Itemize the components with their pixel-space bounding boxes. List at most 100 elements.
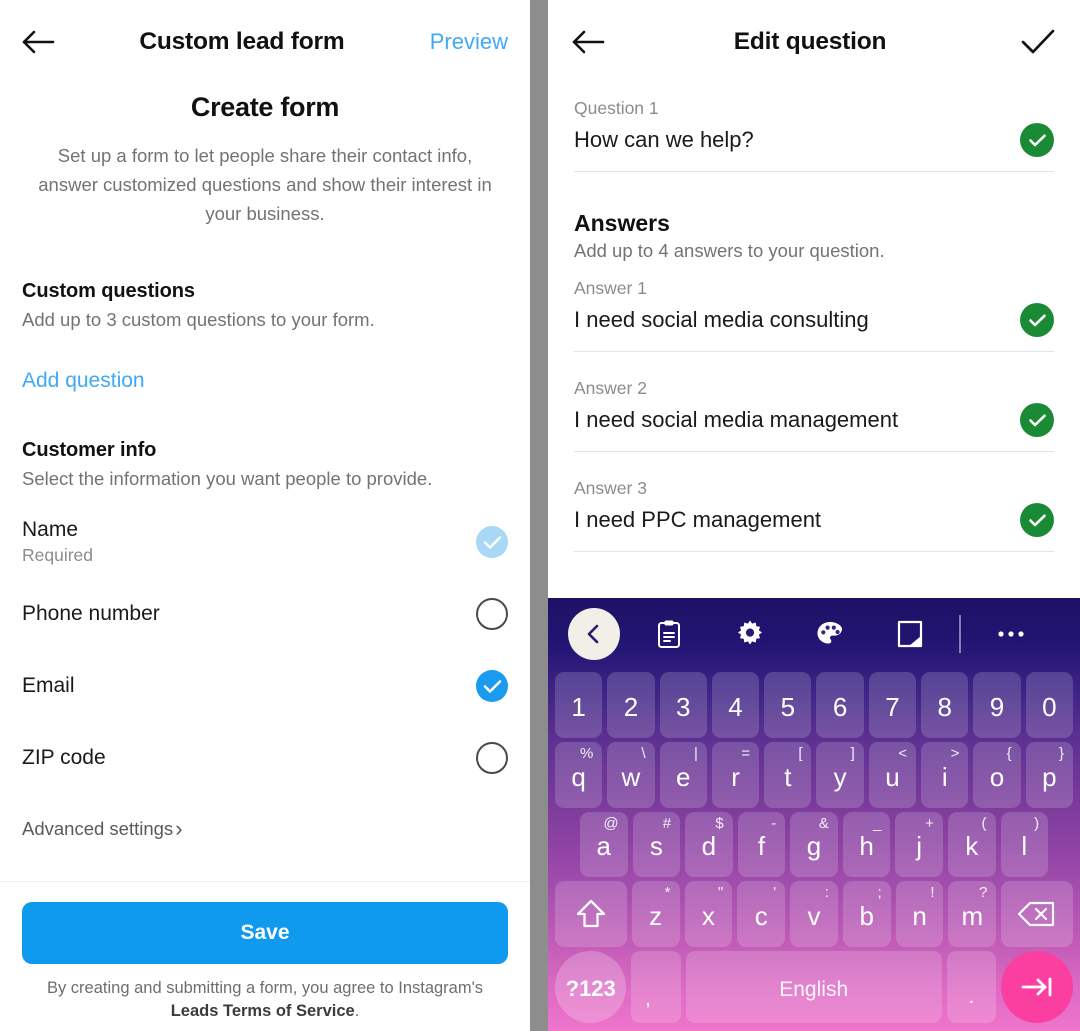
key-2[interactable]: 2 bbox=[607, 672, 655, 738]
keyboard-toolbar bbox=[552, 598, 1076, 670]
custom-questions-subtitle: Add up to 3 custom questions to your for… bbox=[22, 309, 375, 330]
question-input-value[interactable]: How can we help? bbox=[574, 127, 754, 153]
edit-question-panel: Edit question Question 1 How can we help… bbox=[548, 0, 1080, 1031]
left-body: Create form Set up a form to let people … bbox=[0, 84, 530, 881]
custom-questions-section: Custom questions Add up to 3 custom ques… bbox=[22, 280, 508, 393]
key-secondary: # bbox=[662, 814, 672, 832]
key-i[interactable]: > i bbox=[921, 741, 969, 808]
key-m[interactable]: ? m bbox=[948, 881, 997, 947]
key-a[interactable]: @ a bbox=[580, 811, 628, 878]
key-r[interactable]: = r bbox=[711, 741, 760, 808]
key-u[interactable]: < u bbox=[868, 741, 917, 808]
answer-input-value[interactable]: I need social media management bbox=[574, 407, 898, 433]
key-l[interactable]: ) l bbox=[1000, 811, 1049, 878]
key-secondary: & bbox=[818, 814, 829, 832]
customer-info-row-zip[interactable]: ZIP code bbox=[22, 722, 508, 794]
key-h[interactable]: _ h bbox=[842, 811, 891, 878]
checkbox-phone-number[interactable] bbox=[476, 598, 508, 630]
key-3[interactable]: 3 bbox=[659, 672, 707, 738]
key-period[interactable]: . bbox=[946, 951, 996, 1023]
answer-input-value[interactable]: I need PPC management bbox=[574, 507, 821, 533]
key-k[interactable]: (k bbox=[947, 811, 996, 878]
checkbox-zip-code[interactable] bbox=[476, 742, 508, 774]
key-s[interactable]: # s bbox=[632, 811, 681, 878]
key-z[interactable]: * z bbox=[631, 881, 680, 947]
clipboard-icon[interactable] bbox=[638, 603, 700, 665]
advanced-settings-button[interactable]: Advanced settings › bbox=[22, 816, 508, 842]
key-n[interactable]: ! n bbox=[895, 881, 944, 947]
key-4[interactable]: 4 bbox=[711, 672, 760, 738]
key-p[interactable]: } p bbox=[1025, 741, 1073, 808]
key-f[interactable]: -f bbox=[737, 811, 786, 878]
key-v[interactable]: :v bbox=[790, 881, 838, 947]
key-label: q bbox=[571, 761, 586, 792]
key-j[interactable]: + j bbox=[895, 811, 943, 878]
row-label: Email bbox=[22, 674, 75, 697]
symbols-key[interactable]: ?123 bbox=[555, 951, 627, 1023]
spacebar[interactable]: English bbox=[685, 951, 942, 1023]
key-comma[interactable]: , bbox=[631, 951, 681, 1023]
key-w[interactable]: \ w bbox=[607, 741, 655, 808]
key-q[interactable]: % q bbox=[555, 741, 603, 808]
key-7[interactable]: 7 bbox=[868, 672, 917, 738]
customer-info-row-name[interactable]: Name Required bbox=[22, 506, 508, 578]
overflow-dots-icon[interactable] bbox=[980, 603, 1042, 665]
save-button[interactable]: Save bbox=[22, 902, 508, 964]
check-icon[interactable] bbox=[1020, 28, 1056, 56]
customer-info-row-email[interactable]: Email bbox=[22, 650, 508, 722]
key-8[interactable]: 8 bbox=[921, 672, 969, 738]
key-label: t bbox=[784, 761, 792, 792]
page-title: Edit question bbox=[733, 28, 887, 55]
key-secondary: > bbox=[950, 744, 960, 762]
key-9[interactable]: 9 bbox=[973, 672, 1021, 738]
key-b[interactable]: ; b bbox=[842, 881, 891, 947]
toolbar-divider bbox=[959, 615, 962, 653]
preview-button[interactable]: Preview bbox=[430, 29, 508, 55]
answer-valid-icon[interactable] bbox=[1020, 303, 1054, 337]
customer-info-row-phone[interactable]: Phone number bbox=[22, 578, 508, 650]
answer-input-value[interactable]: I need social media consulting bbox=[574, 307, 869, 333]
terms-of-service-text: By creating and submitting a form, you a… bbox=[22, 977, 508, 1023]
key-5[interactable]: 5 bbox=[764, 672, 812, 738]
keyboard-row-numbers: 1 2 3 4 5 6 7 8 9 0 bbox=[552, 670, 1076, 740]
resize-keyboard-icon[interactable] bbox=[879, 603, 941, 665]
question-field-row[interactable]: How can we help? bbox=[574, 123, 1054, 172]
key-x[interactable]: " x bbox=[684, 881, 733, 947]
advanced-settings-label: Advanced settings bbox=[22, 818, 174, 839]
key-y[interactable]: ] y bbox=[816, 741, 864, 808]
key-t[interactable]: [t bbox=[764, 741, 812, 808]
customer-info-subtitle: Select the information you want people t… bbox=[22, 468, 433, 489]
chevron-left-icon[interactable] bbox=[568, 608, 620, 660]
answer-field-row[interactable]: I need social media consulting bbox=[574, 303, 1054, 352]
checkbox-name-locked[interactable] bbox=[476, 526, 508, 558]
key-d[interactable]: $ d bbox=[685, 811, 733, 878]
key-label: m bbox=[961, 901, 984, 932]
key-c[interactable]: ' c bbox=[737, 881, 786, 947]
answer-field-row[interactable]: I need PPC management bbox=[574, 503, 1054, 552]
tos-link[interactable]: Leads Terms of Service bbox=[171, 1002, 355, 1020]
row-label: Name bbox=[22, 518, 79, 541]
key-6[interactable]: 6 bbox=[816, 672, 864, 738]
panel-divider bbox=[530, 0, 548, 1031]
key-e[interactable]: | e bbox=[659, 741, 707, 808]
palette-icon[interactable] bbox=[799, 603, 861, 665]
gear-icon[interactable] bbox=[719, 603, 781, 665]
shift-icon[interactable] bbox=[555, 881, 627, 947]
tos-prefix: By creating and submitting a form, you a… bbox=[46, 979, 484, 997]
key-label: b bbox=[859, 901, 875, 932]
answer-valid-icon[interactable] bbox=[1020, 403, 1054, 437]
key-0[interactable]: 0 bbox=[1025, 672, 1073, 738]
add-question-button[interactable]: Add question bbox=[22, 369, 508, 393]
checkbox-email[interactable] bbox=[476, 670, 508, 702]
left-footer: Save By creating and submitting a form, … bbox=[0, 881, 530, 1031]
question-valid-icon[interactable] bbox=[1020, 123, 1054, 157]
key-g[interactable]: & g bbox=[790, 811, 838, 878]
backspace-icon[interactable] bbox=[1001, 881, 1073, 947]
answer-field-row[interactable]: I need social media management bbox=[574, 403, 1054, 452]
key-o[interactable]: {o bbox=[973, 741, 1021, 808]
answer-valid-icon[interactable] bbox=[1020, 503, 1054, 537]
tab-enter-icon[interactable] bbox=[1001, 951, 1073, 1023]
key-1[interactable]: 1 bbox=[555, 672, 603, 738]
customer-info-section: Customer info Select the information you… bbox=[22, 439, 508, 490]
key-label: 6 bbox=[832, 691, 848, 722]
